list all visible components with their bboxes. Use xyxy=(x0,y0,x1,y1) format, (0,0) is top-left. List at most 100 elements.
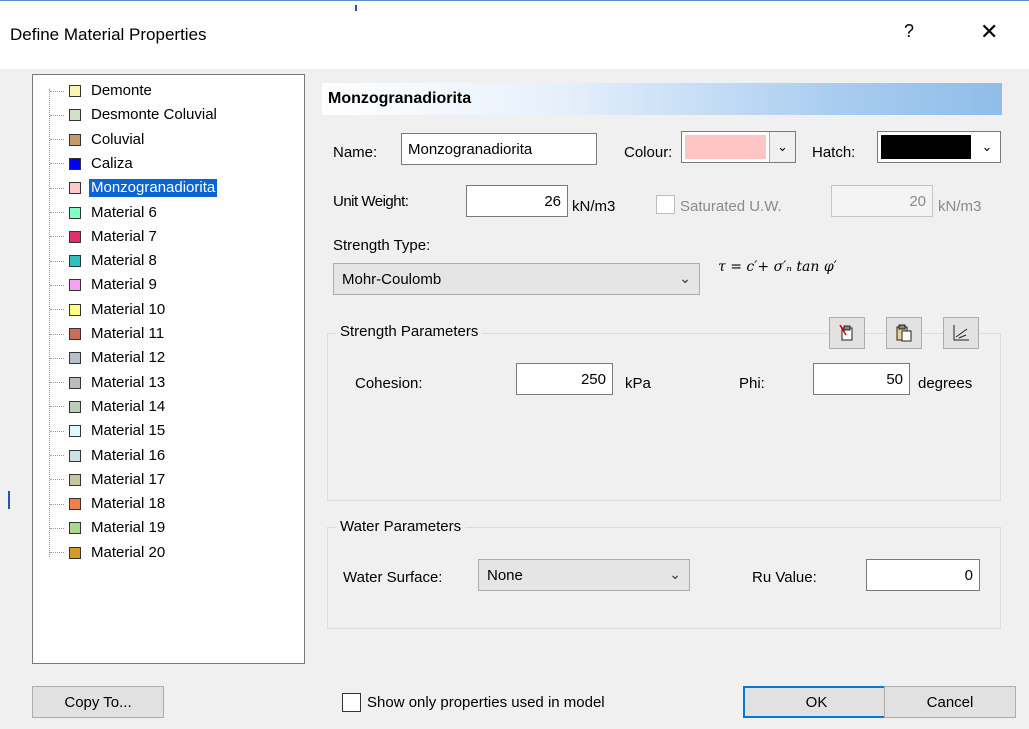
material-color-swatch xyxy=(69,522,81,535)
tree-item[interactable]: Material 7 xyxy=(50,225,159,249)
material-color-swatch xyxy=(69,328,81,340)
tree-item-label: Material 6 xyxy=(91,203,157,221)
tree-connector xyxy=(50,187,64,189)
tree-item-label: Desmonte Coluvial xyxy=(91,106,217,124)
tree-item-label: Material 11 xyxy=(91,325,165,342)
saturated-uw-input[interactable]: 20 xyxy=(831,185,933,217)
water-surface-select[interactable]: None ⌄ xyxy=(478,559,690,591)
material-color-swatch xyxy=(69,133,81,146)
cohesion-unit: kPa xyxy=(625,375,651,392)
show-only-used-label: Show only properties used in model xyxy=(367,694,605,711)
name-input[interactable]: Monzogranadiorita xyxy=(401,133,597,165)
tree-item[interactable]: Material 14 xyxy=(50,395,167,419)
tree-connector xyxy=(50,406,64,408)
material-color-swatch xyxy=(69,157,81,170)
tree-item-label: Material 12 xyxy=(91,349,166,367)
tree-item[interactable]: Material 18 xyxy=(50,492,167,516)
tree-connector xyxy=(50,455,64,456)
tree-item-label: Material 13 xyxy=(91,373,166,391)
cohesion-label: Cohesion: xyxy=(355,375,423,392)
colour-label: Colour: xyxy=(624,144,673,161)
tree-item[interactable]: Coluvial xyxy=(50,128,146,152)
tree-item[interactable]: Material 10 xyxy=(50,298,167,322)
tree-item[interactable]: Material 9 xyxy=(50,273,159,297)
tree-item-label: Material 20 xyxy=(91,543,166,561)
tree-connector xyxy=(50,284,64,286)
tree-item[interactable]: Material 17 xyxy=(50,468,167,492)
material-color-swatch xyxy=(69,303,81,316)
phi-input[interactable]: 50 xyxy=(813,363,910,395)
tree-item[interactable]: Caliza xyxy=(50,152,135,176)
mohr-coulomb-formula: τ = c′+ σ′ₙ tan φ′ xyxy=(718,259,837,275)
material-color-swatch xyxy=(69,498,81,511)
title-bar: Define Material Properties ? ✕ xyxy=(0,1,1029,69)
material-color-swatch xyxy=(69,376,81,389)
hatch-picker[interactable]: ⌄ xyxy=(877,131,1001,163)
copy-to-button[interactable]: Copy To... xyxy=(32,686,164,718)
water-surface-label: Water Surface: xyxy=(343,569,443,586)
material-color-swatch xyxy=(69,230,81,243)
name-label: Name: xyxy=(333,144,378,161)
strength-type-select[interactable]: Mohr-Coulomb ⌄ xyxy=(333,263,700,295)
material-color-swatch xyxy=(69,206,81,219)
strength-type-value: Mohr-Coulomb xyxy=(342,270,442,288)
tree-item[interactable]: Material 20 xyxy=(50,541,167,565)
tree-item[interactable]: Material 12 xyxy=(50,346,167,370)
material-header-title: Monzogranadiorita xyxy=(328,90,472,107)
material-tree[interactable]: Demonte Desmonte Coluvial Coluvial Caliza Mo… xyxy=(32,74,305,664)
tree-item[interactable]: Material 19 xyxy=(50,516,167,540)
tree-item[interactable]: Material 11 xyxy=(50,322,166,346)
tree-item[interactable]: Demonte xyxy=(50,79,154,103)
tree-item[interactable]: Material 6 xyxy=(50,201,159,225)
tree-item[interactable]: Material 8 xyxy=(50,249,159,273)
cancel-button[interactable]: Cancel xyxy=(884,686,1016,718)
side-mark xyxy=(8,491,10,509)
tree-item-label: Material 17 xyxy=(91,470,166,488)
water-parameters-title: Water Parameters xyxy=(336,518,466,535)
tree-item-label: Material 8 xyxy=(91,252,157,270)
tree-item-label: Monzogranadiorita xyxy=(89,179,218,198)
define-material-dialog: Define Material Properties ? ✕ Demonte De… xyxy=(0,0,1029,729)
tree-item-label: Material 10 xyxy=(91,300,166,318)
show-only-used-checkbox[interactable] xyxy=(342,693,361,712)
cohesion-input[interactable]: 250 xyxy=(516,363,613,395)
tree-item-label: Material 16 xyxy=(91,446,166,464)
close-button[interactable]: ✕ xyxy=(980,19,998,45)
chevron-down-icon: ⌄ xyxy=(679,270,691,286)
tree-item[interactable]: Material 15 xyxy=(50,419,167,443)
chevron-down-icon[interactable]: ⌄ xyxy=(769,132,795,162)
tree-item[interactable]: Material 16 xyxy=(50,444,167,468)
material-color-swatch xyxy=(69,425,81,438)
ok-button[interactable]: OK xyxy=(743,686,890,718)
ru-value-input[interactable]: 0 xyxy=(866,559,980,591)
tree-item-label: Material 7 xyxy=(91,227,157,245)
graph-icon[interactable] xyxy=(943,317,979,349)
material-color-swatch xyxy=(69,449,81,462)
colour-swatch xyxy=(685,135,766,159)
help-button[interactable]: ? xyxy=(904,21,914,42)
saturated-uw-checkbox[interactable] xyxy=(656,195,675,214)
tree-item[interactable]: Monzogranadiorita xyxy=(50,176,218,200)
tree-connector xyxy=(50,139,64,141)
colour-picker[interactable]: ⌄ xyxy=(681,131,796,163)
tree-item[interactable]: Material 13 xyxy=(50,371,167,395)
tree-connector xyxy=(50,479,64,481)
unit-weight-label: Unit Weight: xyxy=(333,193,409,210)
material-header-band: Monzogranadiorita xyxy=(322,83,1002,115)
clipboard-copy-icon[interactable] xyxy=(829,317,865,349)
material-color-swatch xyxy=(69,352,81,365)
tree-connector xyxy=(50,90,64,92)
chevron-down-icon[interactable]: ⌄ xyxy=(974,132,1000,162)
unit-weight-unit: kN/m3 xyxy=(572,198,616,215)
tree-connector xyxy=(50,333,64,335)
tree-connector xyxy=(50,114,64,116)
saturated-uw-label: Saturated U.W. xyxy=(680,198,782,215)
tree-connector xyxy=(50,382,64,384)
unit-weight-input[interactable]: 26 xyxy=(466,185,568,217)
material-color-swatch xyxy=(69,546,81,559)
tree-connector xyxy=(50,260,64,262)
material-color-swatch xyxy=(69,279,81,292)
tree-item[interactable]: Desmonte Coluvial xyxy=(50,103,219,127)
clipboard-paste-icon[interactable] xyxy=(886,317,922,349)
tree-connector xyxy=(50,357,64,359)
